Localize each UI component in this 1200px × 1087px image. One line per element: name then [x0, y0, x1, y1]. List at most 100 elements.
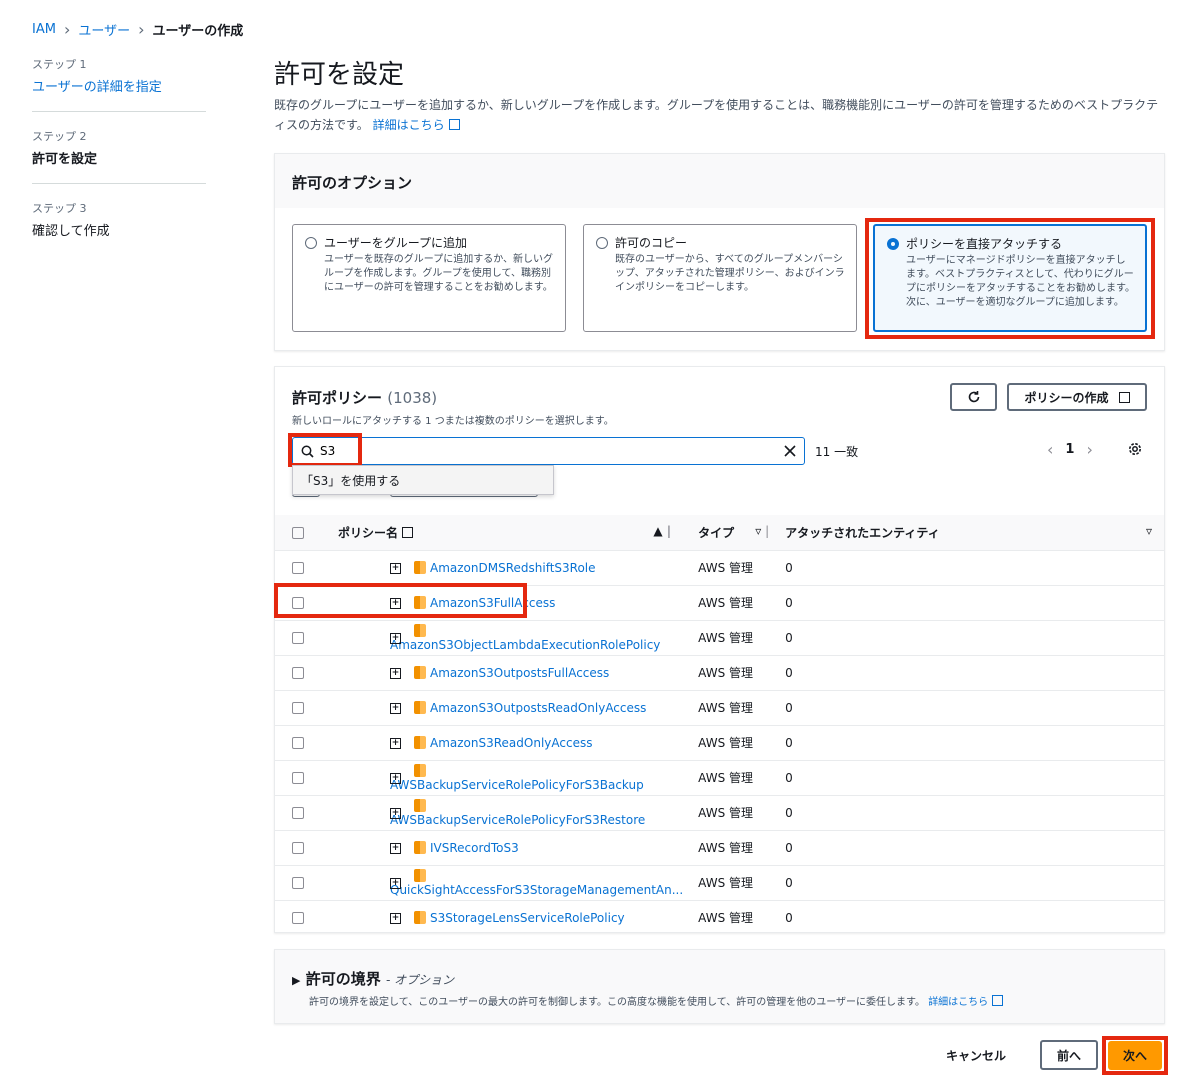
search-suggestion[interactable]: 「S3」を使用する — [292, 465, 554, 495]
learn-more-link[interactable]: 詳細はこちら — [373, 118, 460, 132]
aws-managed-policy-icon — [414, 798, 426, 812]
expand-icon[interactable]: + — [390, 737, 401, 749]
row-checkbox[interactable] — [292, 807, 304, 819]
table-row[interactable]: + AWSBackupServiceRolePolicyForS3Backup AW… — [275, 759, 1164, 795]
row-checkbox[interactable] — [292, 632, 304, 644]
option-title: ポリシーを直接アタッチする — [906, 237, 1063, 251]
policy-name-link[interactable]: QuickSightAccessForS3StorageManagementAn… — [390, 883, 683, 897]
policy-name-link[interactable]: AmazonS3OutpostsFullAccess — [430, 666, 609, 680]
policy-name-link[interactable]: AmazonDMSRedshiftS3Role — [430, 561, 596, 575]
attached-entities: 0 — [773, 654, 1164, 690]
breadcrumb-users[interactable]: ユーザー — [78, 20, 130, 39]
policies-table: ポリシー名 ▲ | タイプ ▿ | アタッチされたエンティティ ▿ + Amazo… — [275, 515, 1164, 935]
expand-icon[interactable]: + — [390, 632, 401, 644]
options-title: 許可のオプション — [275, 154, 1164, 208]
table-row[interactable]: + AWSBackupServiceRolePolicyForS3Restore A… — [275, 794, 1164, 830]
breadcrumb-iam[interactable]: IAM — [32, 22, 56, 37]
clear-icon[interactable] — [784, 445, 796, 457]
aws-managed-policy-icon — [414, 840, 426, 854]
expand-icon[interactable]: + — [390, 772, 401, 784]
policy-type: AWS 管理 — [683, 864, 774, 900]
table-row[interactable]: + AmazonS3ObjectLambdaExecutionRolePolicy… — [275, 619, 1164, 655]
chevron-right-icon[interactable]: › — [1086, 440, 1092, 459]
policy-search[interactable] — [292, 437, 805, 465]
row-checkbox[interactable] — [292, 842, 304, 854]
row-checkbox[interactable] — [292, 912, 304, 925]
boundary-description: 許可の境界を設定して、このユーザーの最大の許可を制御します。この高度な機能を使用… — [309, 993, 1004, 1008]
attached-entities: 0 — [773, 864, 1164, 900]
row-checkbox[interactable] — [292, 667, 304, 679]
expand-icon[interactable]: + — [390, 597, 401, 609]
option-add-to-group[interactable]: ユーザーをグループに追加 ユーザーを既存のグループに追加するか、新しいグループを… — [292, 224, 566, 332]
table-row[interactable]: + QuickSightAccessForS3StorageManagementA… — [275, 864, 1164, 900]
sort-icon[interactable]: ▿ — [1146, 524, 1152, 538]
column-policy-name[interactable]: ポリシー名 ▲ | — [322, 515, 683, 550]
aws-managed-policy-icon — [414, 735, 426, 749]
expand-icon[interactable]: + — [390, 562, 401, 574]
breadcrumb: IAM › ユーザー › ユーザーの作成 — [32, 20, 243, 39]
row-checkbox[interactable] — [292, 737, 304, 749]
boundary-learn-more-link[interactable]: 詳細はこちら — [928, 995, 1004, 1008]
sort-icon[interactable]: ▿ | — [755, 524, 769, 538]
option-copy-permissions[interactable]: 許可のコピー 既存のユーザーから、すべてのグループメンバーシップ、アタッチされた… — [583, 224, 857, 332]
policy-name-link[interactable]: AmazonS3ReadOnlyAccess — [430, 736, 592, 750]
chevron-right-icon: › — [138, 20, 145, 39]
search-input[interactable] — [320, 444, 778, 458]
sort-asc-icon[interactable]: ▲ | — [653, 524, 671, 538]
row-checkbox[interactable] — [292, 597, 304, 609]
previous-button[interactable]: 前へ — [1040, 1040, 1098, 1070]
create-policy-button[interactable]: ポリシーの作成 — [1007, 383, 1147, 411]
policy-type: AWS 管理 — [683, 829, 774, 865]
radio-selected-icon[interactable] — [887, 238, 899, 250]
external-link-icon — [1118, 391, 1130, 403]
expand-icon[interactable]: + — [390, 842, 401, 854]
column-attached-entities[interactable]: アタッチされたエンティティ ▿ — [773, 515, 1164, 550]
select-all-checkbox[interactable] — [292, 526, 304, 539]
radio-icon[interactable] — [305, 237, 317, 249]
policy-name-link[interactable]: AmazonS3ObjectLambdaExecutionRolePolicy — [390, 638, 660, 652]
expand-icon[interactable]: + — [390, 667, 401, 679]
external-link-icon — [992, 995, 1004, 1006]
create-policy-label: ポリシーの作成 — [1024, 390, 1109, 405]
row-checkbox[interactable] — [292, 702, 304, 714]
next-button[interactable]: 次へ — [1108, 1041, 1162, 1070]
expand-icon[interactable]: + — [390, 877, 401, 889]
step-1-link[interactable]: ユーザーの詳細を指定 — [32, 76, 206, 95]
step-label: ステップ 1 — [32, 58, 87, 71]
gear-icon[interactable] — [1127, 441, 1143, 457]
cancel-button[interactable]: キャンセル — [946, 1047, 1006, 1064]
page-number[interactable]: 1 — [1065, 442, 1074, 457]
radio-icon[interactable] — [596, 237, 608, 249]
step-2: ステップ 2 許可を設定 — [32, 128, 206, 184]
table-row[interactable]: + AmazonS3FullAccess AWS 管理 0 — [275, 584, 1164, 620]
expand-icon[interactable]: + — [390, 807, 401, 819]
policy-name-link[interactable]: AWSBackupServiceRolePolicyForS3Restore — [390, 813, 645, 827]
expand-icon[interactable]: + — [390, 702, 401, 714]
policy-name-link[interactable]: AWSBackupServiceRolePolicyForS3Backup — [390, 778, 644, 792]
table-row[interactable]: + S3StorageLensServiceRolePolicy AWS 管理 0 — [275, 899, 1164, 935]
expand-icon[interactable]: + — [390, 912, 401, 924]
policy-name-link[interactable]: AmazonS3FullAccess — [430, 596, 555, 610]
table-row[interactable]: + AmazonS3ReadOnlyAccess AWS 管理 0 — [275, 724, 1164, 760]
policy-name-link[interactable]: S3StorageLensServiceRolePolicy — [430, 911, 625, 925]
refresh-button[interactable] — [950, 383, 997, 411]
option-attach-policies[interactable]: ポリシーを直接アタッチする ユーザーにマネージドポリシーを直接アタッチします。ベ… — [873, 224, 1147, 332]
row-checkbox[interactable] — [292, 877, 304, 889]
boundary-desc-text: 許可の境界を設定して、このユーザーの最大の許可を制御します。この高度な機能を使用… — [309, 997, 925, 1008]
policy-name-link[interactable]: AmazonS3OutpostsReadOnlyAccess — [430, 701, 646, 715]
table-row[interactable]: + AmazonS3OutpostsFullAccess AWS 管理 0 — [275, 654, 1164, 690]
table-row[interactable]: + AmazonS3OutpostsReadOnlyAccess AWS 管理 0 — [275, 689, 1164, 725]
policy-name-link[interactable]: IVSRecordToS3 — [430, 841, 519, 855]
table-row[interactable]: + AmazonDMSRedshiftS3Role AWS 管理 0 — [275, 549, 1164, 585]
boundary-toggle[interactable]: ▶ 許可の境界 - オプション — [292, 968, 454, 989]
chevron-left-icon[interactable]: ‹ — [1047, 440, 1053, 459]
column-type[interactable]: タイプ ▿ | — [683, 515, 773, 550]
wizard-steps: ステップ 1 ユーザーの詳細を指定 ステップ 2 許可を設定 ステップ 3 確認… — [32, 56, 206, 271]
table-row[interactable]: + IVSRecordToS3 AWS 管理 0 — [275, 829, 1164, 865]
policy-type: AWS 管理 — [683, 584, 774, 620]
external-link-icon — [402, 526, 414, 538]
match-count: 11 一致 — [815, 445, 859, 459]
row-checkbox[interactable] — [292, 562, 304, 574]
external-link-icon — [448, 119, 460, 130]
row-checkbox[interactable] — [292, 772, 304, 784]
